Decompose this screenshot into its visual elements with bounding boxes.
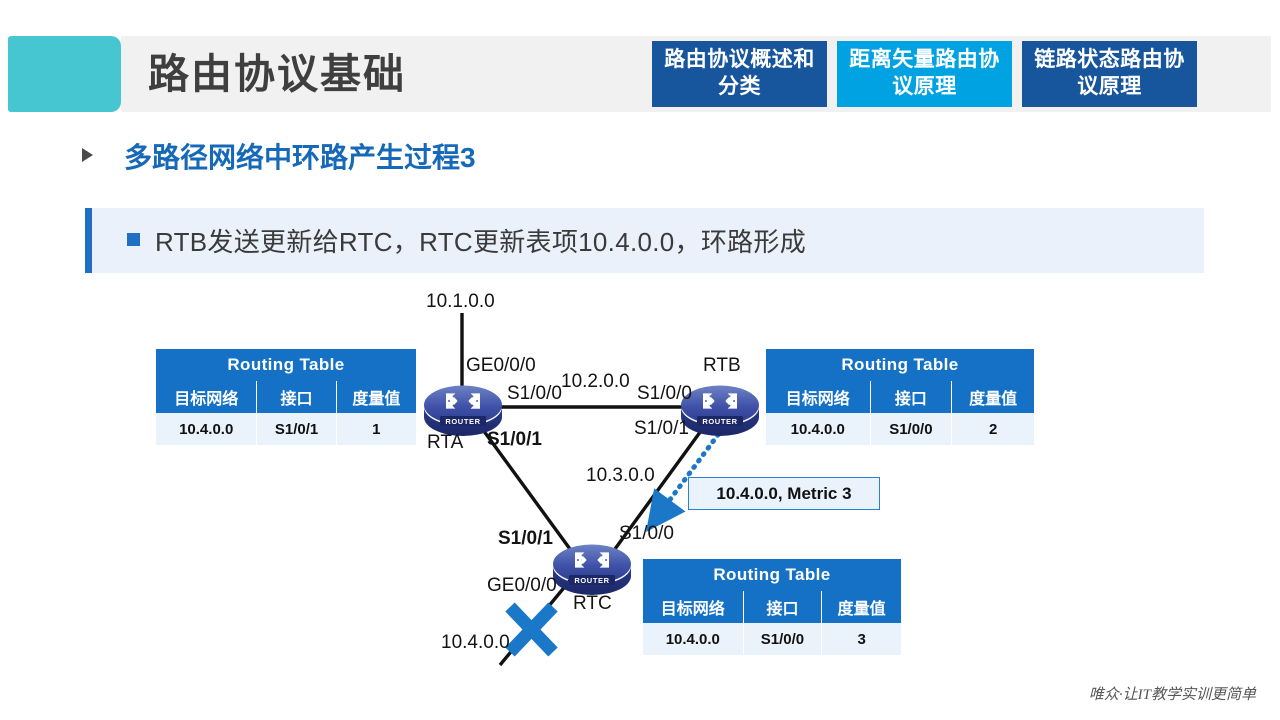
label-interface-rta-s1-0-0: S1/0/0	[507, 383, 562, 404]
svg-text:ROUTER: ROUTER	[445, 417, 480, 426]
column-header-interface: 接口	[744, 591, 823, 623]
cell-destination: 10.4.0.0	[766, 413, 871, 445]
column-header-interface: 接口	[871, 381, 953, 413]
routing-table-rtb: Routing Table 目标网络 接口 度量值 10.4.0.0 S1/0/…	[765, 348, 1035, 446]
label-interface-rtc-s1-0-1: S1/0/1	[498, 528, 553, 549]
table-row: 10.4.0.0 S1/0/0 3	[643, 623, 901, 655]
footer-slogan: 唯众·让IT教学实训更简单	[1088, 687, 1256, 703]
column-header-metric: 度量值	[837, 601, 886, 618]
label-interface-rtb-s1-0-0: S1/0/0	[637, 383, 692, 404]
column-header-interface: 接口	[257, 381, 337, 413]
column-header-destination: 目标网络	[156, 381, 258, 413]
label-network-10-1-0-0: 10.1.0.0	[426, 291, 495, 312]
tab-label: 路由协议概述和分类	[664, 48, 815, 98]
label-network-10-2-0-0: 10.2.0.0	[561, 371, 630, 392]
column-header-destination: 目标网络	[766, 381, 871, 413]
table-row: 10.4.0.0 S1/0/0 2	[766, 413, 1034, 445]
routing-table-title: Routing Table	[156, 349, 416, 381]
label-router-rta: RTA	[427, 432, 464, 453]
routing-table-title: Routing Table	[766, 349, 1034, 381]
routing-table-header-row: 目标网络 接口 度量值	[156, 381, 416, 413]
link-down-x-icon	[505, 602, 558, 657]
slide-root: 路由协议基础 路由协议概述和分类 距离矢量路由协议原理 链路状态路由协议原理 多…	[0, 0, 1280, 720]
tab-distance-vector-principle[interactable]: 距离矢量路由协议原理	[837, 41, 1012, 107]
label-interface-rtc-s1-0-0: S1/0/0	[619, 523, 674, 544]
cell-metric: 2	[988, 420, 998, 438]
cell-destination: 10.4.0.0	[156, 413, 258, 445]
svg-text:ROUTER: ROUTER	[574, 576, 609, 585]
header-accent-block	[8, 36, 121, 112]
cell-metric: 1	[372, 420, 381, 438]
section-title: 多路径网络中环路产生过程3	[124, 142, 476, 173]
cell-interface: S1/0/0	[871, 413, 953, 445]
column-header-destination: 目标网络	[643, 591, 744, 623]
label-interface-rtc-ge0-0-0: GE0/0/0	[487, 575, 557, 596]
cell-interface: S1/0/1	[257, 413, 337, 445]
svg-text:ROUTER: ROUTER	[702, 417, 737, 426]
routing-table-rta: Routing Table 目标网络 接口 度量值 10.4.0.0 S1/0/…	[155, 348, 417, 446]
label-interface-rta-s1-0-1: S1/0/1	[487, 429, 542, 450]
router-rtc-icon: ROUTER	[553, 544, 631, 595]
label-router-rtc: RTC	[573, 593, 612, 614]
table-row: 10.4.0.0 S1/0/1 1	[156, 413, 416, 445]
label-interface-rtb-s1-0-1: S1/0/1	[634, 418, 689, 439]
routing-table-header-row: 目标网络 接口 度量值	[766, 381, 1034, 413]
header-tabs: 路由协议概述和分类 距离矢量路由协议原理 链路状态路由协议原理	[652, 41, 1197, 107]
route-update-message: 10.4.0.0, Metric 3	[688, 477, 880, 510]
band-accent-bar	[85, 208, 92, 273]
cell-interface: S1/0/0	[744, 623, 823, 655]
routing-table-title: Routing Table	[643, 559, 901, 591]
band-text: RTB发送更新给RTC，RTC更新表项10.4.0.0，环路形成	[155, 227, 807, 257]
label-interface-rta-ge0-0-0: GE0/0/0	[466, 355, 536, 376]
tab-label: 链路状态路由协议原理	[1034, 48, 1185, 98]
square-bullet-icon	[127, 233, 140, 246]
route-update-text: 10.4.0.0, Metric 3	[716, 483, 852, 503]
tab-routing-protocol-overview[interactable]: 路由协议概述和分类	[652, 41, 827, 107]
cell-metric: 3	[857, 630, 866, 648]
routing-table-rtc: Routing Table 目标网络 接口 度量值 10.4.0.0 S1/0/…	[642, 558, 902, 656]
column-header-metric: 度量值	[969, 391, 1018, 408]
cell-destination: 10.4.0.0	[643, 623, 744, 655]
label-router-rtb: RTB	[703, 355, 741, 376]
column-header-metric: 度量值	[352, 391, 401, 408]
triangle-right-icon	[82, 148, 93, 162]
router-rtb-icon: ROUTER	[681, 385, 759, 436]
page-title: 路由协议基础	[148, 51, 406, 97]
tab-link-state-principle[interactable]: 链路状态路由协议原理	[1022, 41, 1197, 107]
routing-table-header-row: 目标网络 接口 度量值	[643, 591, 901, 623]
label-network-10-3-0-0: 10.3.0.0	[586, 465, 655, 486]
label-network-10-4-0-0: 10.4.0.0	[441, 632, 510, 653]
tab-label: 距离矢量路由协议原理	[849, 48, 1000, 98]
